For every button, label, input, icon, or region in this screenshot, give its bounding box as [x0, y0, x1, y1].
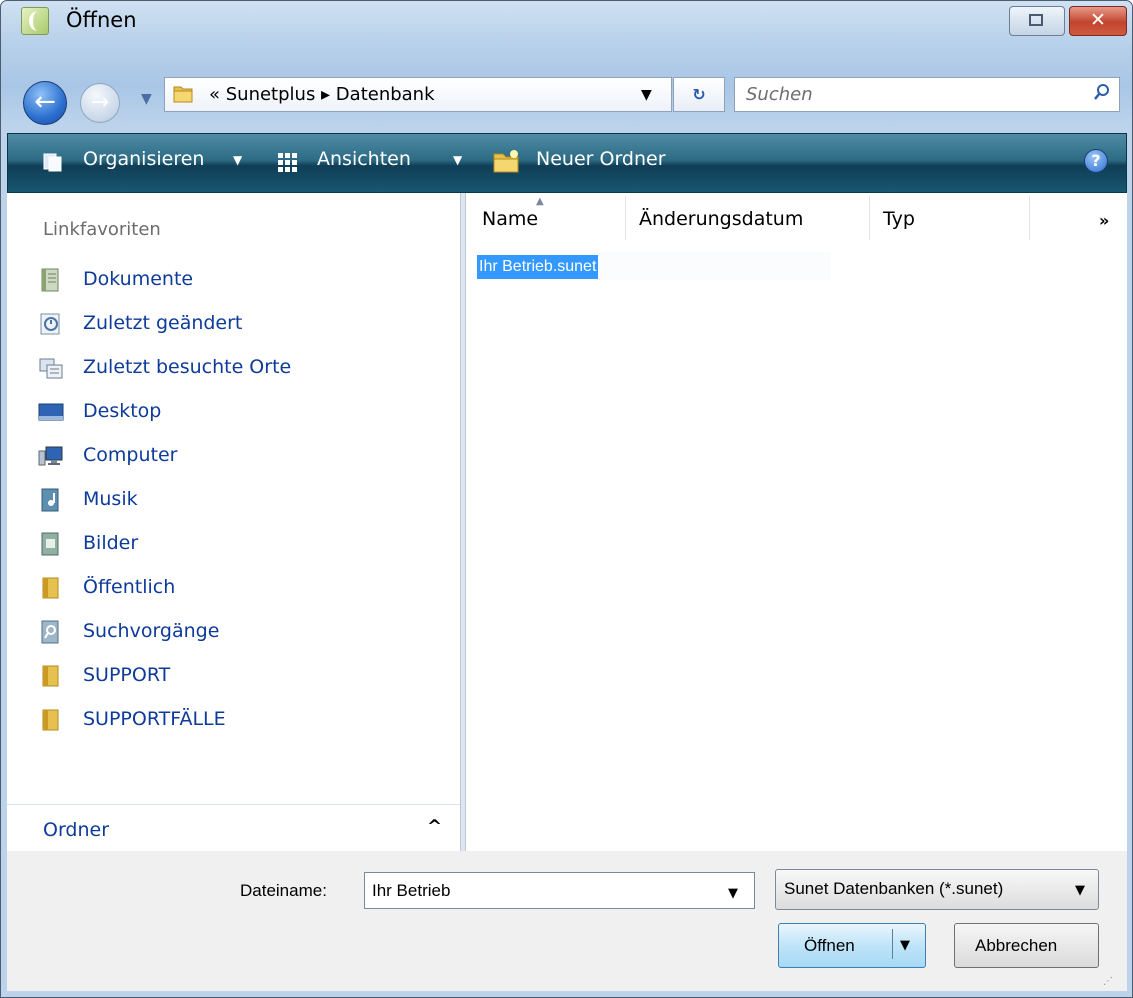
sidebar-item-label: Bilder [83, 532, 139, 554]
filename-dropdown-icon[interactable]: ▼ [728, 886, 738, 901]
sidebar-item-suchvorgaenge[interactable]: Suchvorgänge [1, 611, 441, 653]
sidebar-item-zuletzt-besuchte-orte[interactable]: Zuletzt besuchte Orte [1, 347, 441, 389]
music-icon [41, 488, 59, 512]
desktop-icon [38, 403, 64, 421]
views-button[interactable]: Ansichten [317, 148, 411, 170]
column-header-label: Typ [883, 208, 915, 230]
sidebar-item-label: Desktop [83, 400, 162, 422]
window-title: Öffnen [66, 8, 137, 32]
column-header-label: Name [482, 208, 539, 230]
file-type-value[interactable]: Sunet Datenbanken (*.sunet) [784, 879, 1003, 899]
sidebar-item-label: SUPPORTFÄLLE [83, 708, 226, 730]
views-dropdown-icon[interactable]: ▼ [453, 153, 462, 167]
close-button[interactable]: ✕ [1069, 6, 1127, 36]
sidebar-item-zuletzt-geaendert[interactable]: Zuletzt geändert [1, 303, 441, 345]
sidebar-item-supportfaelle[interactable]: SUPPORTFÄLLE [1, 699, 441, 741]
computer-icon [38, 446, 63, 466]
open-button-separator [892, 929, 893, 959]
sidebar-item-label: Zuletzt besuchte Orte [83, 356, 292, 378]
folder-icon [42, 577, 59, 599]
filter-dropdown-icon[interactable]: ▼ [1075, 883, 1085, 898]
organize-button[interactable]: Organisieren [83, 148, 204, 170]
sidebar-item-dokumente[interactable]: Dokumente [1, 259, 441, 301]
refresh-button[interactable]: ↻ [673, 77, 725, 112]
sidebar-item-label: Öffentlich [83, 576, 176, 598]
filename-label: Dateiname: [240, 881, 327, 900]
column-header-label: Änderungsdatum [639, 208, 804, 230]
recent-places-icon [39, 358, 63, 379]
sidebar-item-label: SUPPORT [83, 664, 171, 686]
resize-grip-icon[interactable]: ⋰ [1103, 976, 1113, 987]
sidebar-item-label: Dokumente [83, 268, 194, 290]
folder-icon [42, 665, 59, 687]
file-name-selected[interactable]: Ihr Betrieb.sunet [477, 255, 599, 279]
file-list-pane [466, 193, 1127, 851]
restore-icon [1029, 14, 1043, 26]
recent-pages-dropdown-icon[interactable]: ▼ [141, 91, 152, 107]
organize-icon [43, 153, 62, 172]
sidebar-item-computer[interactable]: Computer [1, 435, 441, 477]
app-icon [21, 7, 49, 35]
sidebar-item-support[interactable]: SUPPORT [1, 655, 441, 697]
sidebar-item-label: Musik [83, 488, 138, 510]
new-folder-icon [493, 150, 519, 173]
documents-icon [41, 268, 59, 292]
open-button-label[interactable]: Öffnen [804, 936, 855, 956]
help-icon[interactable]: ? [1084, 149, 1108, 173]
views-icon [278, 153, 297, 172]
sidebar-item-oeffentlich[interactable]: Öffentlich [1, 567, 441, 609]
sidebar-item-bilder[interactable]: Bilder [1, 523, 441, 565]
folders-label[interactable]: Ordner [43, 819, 109, 841]
address-dropdown-icon[interactable]: ▼ [641, 87, 652, 103]
title-bar[interactable] [1, 1, 1132, 41]
filename-value[interactable]: Ihr Betrieb [372, 881, 450, 901]
new-folder-button[interactable]: Neuer Ordner [536, 148, 666, 170]
chevron-up-icon[interactable]: ^ [427, 816, 442, 837]
sidebar-item-desktop[interactable]: Desktop [1, 391, 441, 433]
sidebar-item-label: Zuletzt geändert [83, 312, 243, 334]
folder-icon [42, 709, 59, 731]
recent-changed-icon [40, 313, 60, 335]
sidebar-item-label: Computer [83, 444, 178, 466]
cancel-button-label[interactable]: Abbrechen [975, 936, 1057, 956]
sidebar-item-musik[interactable]: Musik [1, 479, 441, 521]
sidebar-item-label: Suchvorgänge [83, 620, 220, 642]
sort-arrow-icon: ▲ [536, 196, 544, 207]
back-button[interactable]: ← [23, 81, 67, 125]
pictures-icon [41, 532, 59, 556]
searches-icon [41, 620, 59, 644]
address-path[interactable]: « Sunetplus ▸ Datenbank [209, 84, 435, 105]
forward-button[interactable]: → [80, 83, 120, 123]
organize-dropdown-icon[interactable]: ▼ [233, 153, 242, 167]
open-options-dropdown-icon[interactable]: ▼ [900, 938, 910, 953]
favorites-heading: Linkfavoriten [43, 219, 161, 240]
restore-button[interactable] [1009, 6, 1065, 36]
more-columns-icon[interactable]: » [1099, 211, 1109, 230]
search-icon[interactable] [1093, 83, 1111, 101]
search-placeholder: Suchen [746, 84, 813, 105]
open-dialog-window: Öffnen ✕ ← → ▼ « Sunetplus ▸ Datenbank ▼… [0, 0, 1133, 998]
folder-icon [173, 86, 193, 103]
